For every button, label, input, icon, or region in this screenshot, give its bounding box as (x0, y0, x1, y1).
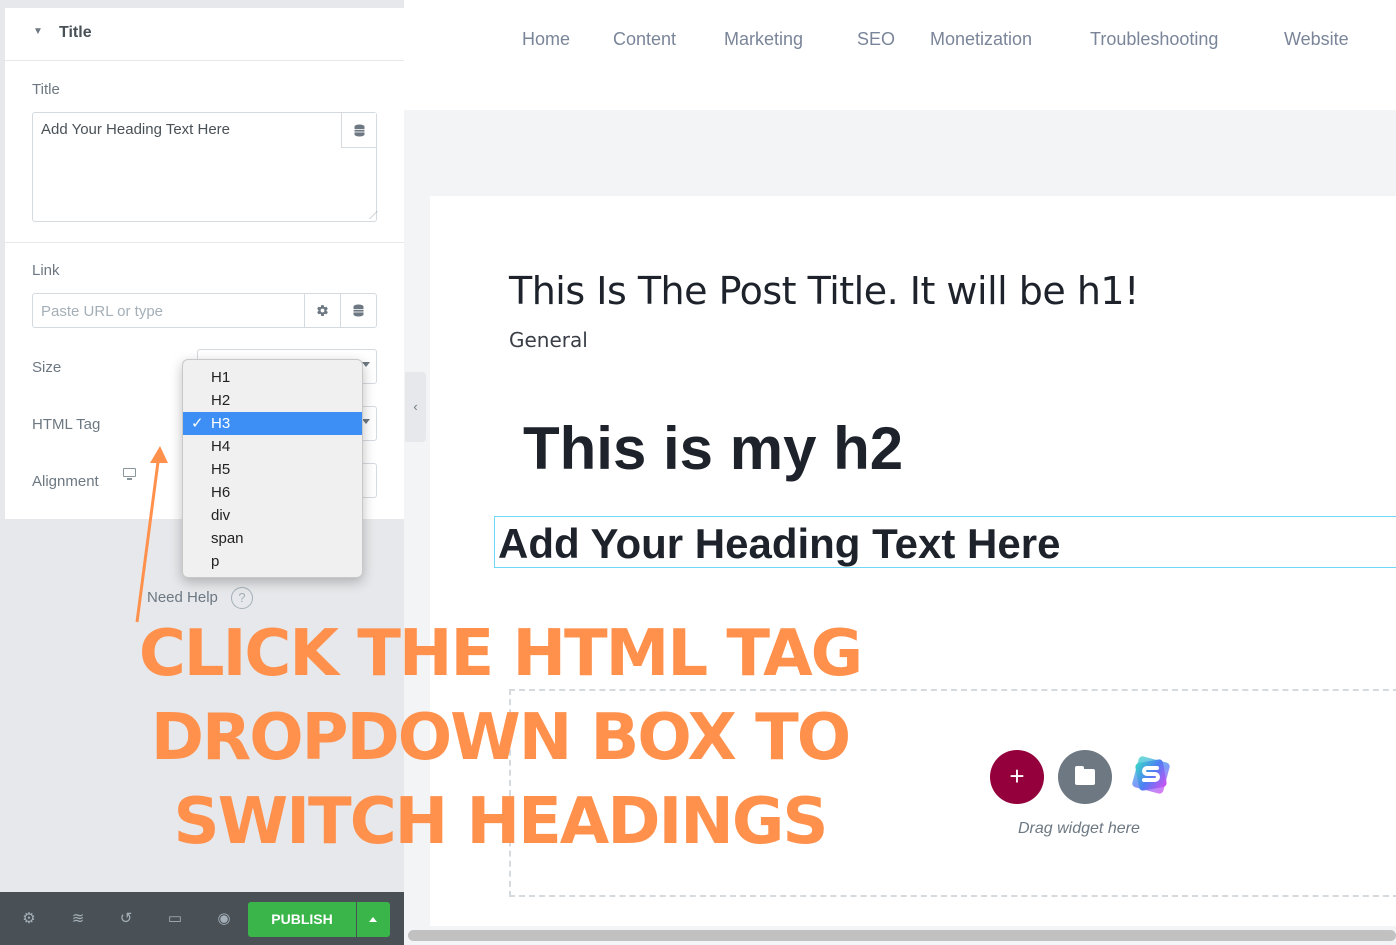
nav-home[interactable]: Home (522, 29, 570, 50)
database-icon (354, 124, 364, 136)
database-icon (353, 304, 364, 317)
dropdown-option-h6[interactable]: H6 (183, 481, 362, 504)
dropdown-option-h3[interactable]: ✓ H3 (183, 412, 362, 435)
eye-icon[interactable]: ◉ (215, 910, 233, 928)
dropdown-option-span[interactable]: span (183, 527, 362, 550)
horizontal-scrollbar[interactable] (408, 930, 1396, 941)
annotation-line-3: SWITCH HEADINGS (173, 785, 829, 859)
html-tag-label: HTML Tag (32, 416, 101, 433)
size-label: Size (32, 359, 62, 376)
caret-down-icon: ▼ (33, 26, 43, 37)
gear-icon (317, 305, 328, 316)
gear-icon[interactable]: ⚙ (20, 910, 38, 928)
dropdown-option-p[interactable]: p (183, 550, 362, 573)
option-label: H2 (211, 392, 231, 409)
option-label: H6 (211, 484, 231, 501)
option-label: H5 (211, 461, 231, 478)
nav-marketing[interactable]: Marketing (724, 29, 803, 50)
link-dynamic-button[interactable] (340, 294, 376, 327)
nav-troubleshooting[interactable]: Troubleshooting (1090, 29, 1218, 50)
desktop-icon[interactable] (123, 468, 136, 480)
layers-icon[interactable]: ≋ (69, 910, 87, 928)
nav-seo[interactable]: SEO (857, 29, 895, 50)
title-label: Title (32, 81, 60, 98)
need-help-link[interactable]: Need Help (147, 589, 218, 606)
chevron-down-icon (362, 419, 370, 424)
annotation-line-1: CLICK THE HTML TAG (138, 617, 863, 691)
help-icon[interactable]: ? (231, 587, 253, 609)
starter-templates-icon[interactable] (1128, 752, 1174, 798)
dynamic-tags-button[interactable] (341, 113, 376, 148)
alignment-label: Alignment (32, 473, 99, 490)
link-placeholder: Paste URL or type (41, 303, 163, 320)
publish-options-button[interactable] (357, 902, 390, 937)
annotation-text: CLICK THE HTML TAG DROPDOWN BOX TO SWITC… (120, 612, 880, 864)
link-label: Link (32, 262, 60, 279)
drag-widget-hint: Drag widget here (1018, 820, 1140, 837)
divider (5, 242, 404, 243)
collapse-panel-button[interactable]: ‹ (405, 372, 426, 442)
nav-monetization[interactable]: Monetization (930, 29, 1032, 50)
link-input[interactable]: Paste URL or type (32, 293, 377, 328)
option-label: H1 (211, 369, 231, 386)
publish-button[interactable]: PUBLISH (248, 902, 356, 937)
dropdown-option-h5[interactable]: H5 (183, 458, 362, 481)
resize-handle[interactable] (362, 211, 378, 219)
nav-content[interactable]: Content (613, 29, 676, 50)
h2-heading-widget[interactable]: This is my h2 (523, 414, 903, 483)
option-label: H3 (211, 415, 231, 432)
post-title: This Is The Post Title. It will be h1! (509, 269, 1139, 313)
html-tag-dropdown-menu: H1 H2 ✓ H3 H4 H5 H6 div span p (182, 359, 363, 578)
add-section-button[interactable]: + (990, 750, 1044, 804)
option-label: H4 (211, 438, 231, 455)
annotation-line-2: DROPDOWN BOX TO (150, 701, 851, 775)
dropdown-option-h2[interactable]: H2 (183, 389, 362, 412)
add-template-button[interactable] (1058, 750, 1112, 804)
option-label: span (211, 530, 244, 547)
h3-heading-text: Add Your Heading Text Here (498, 520, 1061, 567)
section-toggle-title[interactable]: ▼ Title (5, 8, 404, 61)
editor-screen: Home Content Marketing SEO Monetization … (0, 0, 1396, 945)
folder-icon (1075, 766, 1095, 785)
option-label: div (211, 507, 231, 524)
history-icon[interactable]: ↺ (117, 910, 135, 928)
chevron-down-icon (362, 362, 370, 367)
site-header: Home Content Marketing SEO Monetization … (404, 0, 1396, 110)
title-textarea[interactable]: Add Your Heading Text Here (32, 112, 378, 222)
checkmark-icon: ✓ (191, 415, 204, 432)
selected-heading-widget[interactable]: Add Your Heading Text Here (494, 516, 1396, 568)
nav-website[interactable]: Website (1284, 29, 1349, 50)
responsive-icon[interactable]: ▭ (166, 910, 184, 928)
post-category[interactable]: General (509, 328, 588, 352)
dropdown-option-div[interactable]: div (183, 504, 362, 527)
option-label: p (211, 553, 220, 570)
title-value: Add Your Heading Text Here (41, 121, 231, 138)
section-title: Title (59, 24, 92, 41)
dropdown-option-h1[interactable]: H1 (183, 366, 362, 389)
link-options-button[interactable] (304, 294, 340, 327)
dropdown-option-h4[interactable]: H4 (183, 435, 362, 458)
